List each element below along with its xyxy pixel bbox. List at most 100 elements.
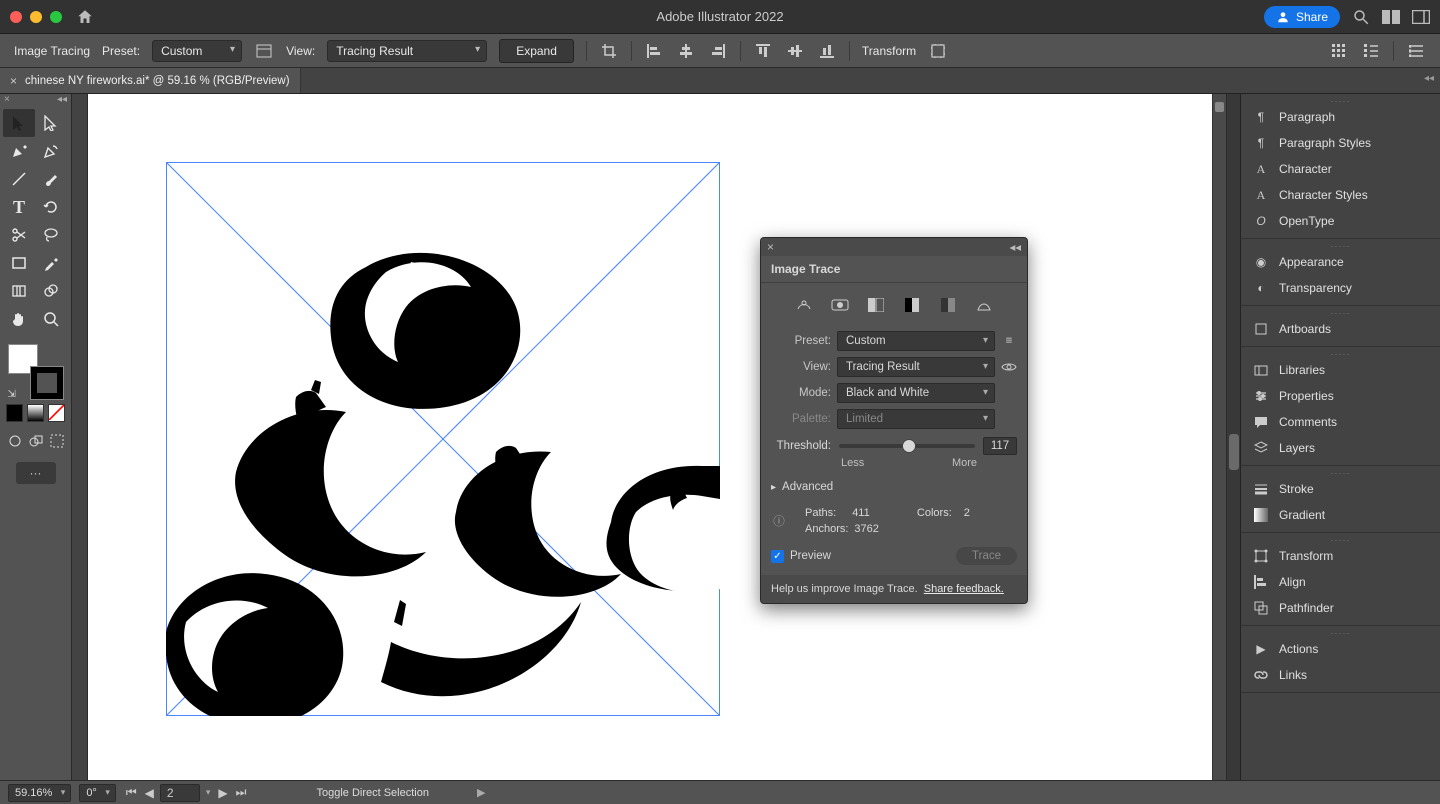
transform-label[interactable]: Transform: [862, 44, 916, 58]
rectangle-tool[interactable]: [3, 249, 35, 277]
draw-behind-icon[interactable]: [27, 431, 44, 451]
panel-actions[interactable]: ▶Actions: [1241, 636, 1440, 662]
panel-gradient[interactable]: Gradient: [1241, 502, 1440, 528]
eyedropper-tool[interactable]: [35, 249, 67, 277]
swap-fill-stroke-icon[interactable]: ⇲: [8, 389, 16, 400]
vertical-scrollbar[interactable]: [1212, 94, 1226, 780]
view-dropdown[interactable]: Tracing Result: [837, 357, 995, 377]
rotation-dropdown[interactable]: 0°: [79, 784, 116, 802]
list-menu-icon[interactable]: [1406, 41, 1426, 61]
align-hcenter-icon[interactable]: [676, 41, 696, 61]
gradient-tool[interactable]: [3, 277, 35, 305]
color-mode-gradient[interactable]: [27, 404, 44, 422]
view-dropdown[interactable]: Tracing Result: [327, 40, 487, 62]
rotate-tool[interactable]: [35, 193, 67, 221]
panel-character[interactable]: ACharacter: [1241, 156, 1440, 182]
align-vcenter-icon[interactable]: [785, 41, 805, 61]
minimize-window-button[interactable]: [30, 11, 42, 23]
threshold-value[interactable]: 117: [983, 437, 1017, 455]
left-dock-strip[interactable]: [72, 94, 88, 780]
panel-stroke[interactable]: Stroke: [1241, 476, 1440, 502]
panel-links[interactable]: Links: [1241, 662, 1440, 688]
scissors-tool[interactable]: [3, 221, 35, 249]
tab-close-icon[interactable]: ×: [10, 74, 17, 88]
artboard-canvas[interactable]: [88, 94, 1212, 780]
workspace-switcher-icon[interactable]: [1412, 10, 1430, 24]
search-icon[interactable]: [1352, 8, 1370, 26]
last-artboard-icon[interactable]: ⏭: [234, 785, 249, 800]
hand-tool[interactable]: [3, 305, 35, 333]
panel-close-icon[interactable]: ×: [767, 240, 774, 254]
panel-pathfinder[interactable]: Pathfinder: [1241, 595, 1440, 621]
panel-comments[interactable]: Comments: [1241, 409, 1440, 435]
preset-outline-icon[interactable]: [973, 295, 995, 315]
preset-bw-icon[interactable]: [937, 295, 959, 315]
expand-button[interactable]: Expand: [499, 39, 574, 63]
align-left-icon[interactable]: [644, 41, 664, 61]
preset-lowfidelity-icon[interactable]: [865, 295, 887, 315]
zoom-dropdown[interactable]: 59.16%: [8, 784, 71, 802]
mode-dropdown[interactable]: Black and White: [837, 383, 995, 403]
panel-header[interactable]: × ◂◂: [761, 238, 1027, 256]
zoom-tool[interactable]: [35, 305, 67, 333]
grid-view-icon[interactable]: [1329, 41, 1349, 61]
fill-stroke-control[interactable]: ⇲: [8, 344, 64, 400]
advanced-toggle[interactable]: ▸Advanced: [771, 481, 1017, 493]
collapse-dock-icon[interactable]: ◂◂: [1424, 73, 1434, 84]
line-segment-tool[interactable]: [3, 165, 35, 193]
status-play-icon[interactable]: ▶: [477, 786, 485, 799]
panel-dock-strip[interactable]: [1226, 94, 1240, 780]
home-button[interactable]: [76, 8, 94, 26]
preview-checkbox[interactable]: ✓Preview: [771, 550, 831, 563]
preset-grayscale-icon[interactable]: [901, 295, 923, 315]
draw-inside-icon[interactable]: [48, 431, 65, 451]
panel-transform[interactable]: Transform: [1241, 543, 1440, 569]
draw-normal-icon[interactable]: [6, 431, 23, 451]
panel-paragraph-styles[interactable]: ¶Paragraph Styles: [1241, 130, 1440, 156]
color-mode-none[interactable]: [48, 404, 65, 422]
preset-highfidelity-icon[interactable]: [829, 295, 851, 315]
preset-dropdown[interactable]: Custom: [837, 331, 995, 351]
panel-properties[interactable]: Properties: [1241, 383, 1440, 409]
panel-paragraph[interactable]: ¶Paragraph: [1241, 104, 1440, 130]
document-tab[interactable]: × chinese NY fireworks.ai* @ 59.16 % (RG…: [0, 68, 301, 93]
toolbar-close-icon[interactable]: ×: [4, 94, 10, 106]
edit-toolbar-button[interactable]: ···: [16, 462, 56, 484]
panel-character-styles[interactable]: ACharacter Styles: [1241, 182, 1440, 208]
preset-auto-icon[interactable]: [793, 295, 815, 315]
color-mode-solid[interactable]: [6, 404, 23, 422]
align-right-icon[interactable]: [708, 41, 728, 61]
share-button[interactable]: Share: [1264, 6, 1340, 28]
panel-appearance[interactable]: ◉Appearance: [1241, 249, 1440, 275]
preset-dropdown[interactable]: Custom: [152, 40, 242, 62]
curvature-tool[interactable]: [35, 137, 67, 165]
artboard-number-input[interactable]: 2: [160, 784, 200, 802]
view-eye-icon[interactable]: [1001, 361, 1017, 373]
panel-libraries[interactable]: Libraries: [1241, 357, 1440, 383]
align-top-icon[interactable]: [753, 41, 773, 61]
threshold-slider[interactable]: [839, 444, 975, 448]
isolate-icon[interactable]: [928, 41, 948, 61]
panel-artboards[interactable]: Artboards: [1241, 316, 1440, 342]
panel-collapse-icon[interactable]: ◂◂: [1009, 240, 1021, 254]
stroke-swatch[interactable]: [30, 366, 64, 400]
selection-tool[interactable]: [3, 109, 35, 137]
sort-icon[interactable]: [1361, 41, 1381, 61]
first-artboard-icon[interactable]: ⏮: [124, 785, 139, 800]
type-tool[interactable]: T: [3, 193, 35, 221]
panel-layers[interactable]: Layers: [1241, 435, 1440, 461]
align-bottom-icon[interactable]: [817, 41, 837, 61]
arrange-documents-icon[interactable]: [1382, 10, 1400, 24]
share-feedback-link[interactable]: Share feedback.: [924, 583, 1004, 595]
pen-tool[interactable]: [3, 137, 35, 165]
next-artboard-icon[interactable]: ▶: [216, 786, 229, 800]
direct-selection-tool[interactable]: [35, 109, 67, 137]
toolbar-collapse-icon[interactable]: ◂◂: [57, 94, 67, 106]
lasso-tool[interactable]: [35, 221, 67, 249]
preset-menu-icon[interactable]: ≡: [1001, 335, 1017, 347]
maximize-window-button[interactable]: [50, 11, 62, 23]
panel-transparency[interactable]: ◐Transparency: [1241, 275, 1440, 301]
shape-builder-tool[interactable]: [35, 277, 67, 305]
close-window-button[interactable]: [10, 11, 22, 23]
panel-align[interactable]: Align: [1241, 569, 1440, 595]
